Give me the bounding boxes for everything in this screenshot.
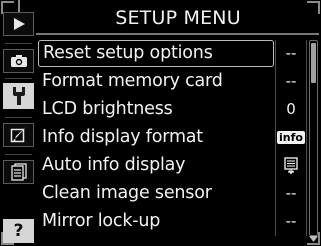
menu-value-badge: info	[276, 124, 306, 151]
menu-item-clean-image-sensor[interactable]: Clean image sensor	[38, 180, 274, 207]
help-icon: ?	[13, 221, 24, 241]
menu-item-auto-info-display[interactable]: Auto info display	[38, 152, 274, 179]
top-marker	[18, 0, 20, 12]
tab-shooting[interactable]	[3, 49, 34, 73]
menu-item-format-memory-card[interactable]: Format memory card	[38, 68, 274, 95]
menu-item-mirror-lock-up[interactable]: Mirror lock-up	[38, 208, 274, 235]
menu-item-info-display-format[interactable]: Info display format	[38, 124, 274, 151]
scroll-thumb[interactable]	[311, 43, 316, 83]
recent-list-icon	[10, 163, 27, 181]
play-icon	[13, 18, 25, 30]
menu-value: --	[285, 212, 297, 230]
menu-value: --	[285, 44, 297, 62]
tab-divider	[5, 43, 32, 44]
menu-item-lcd-brightness[interactable]: LCD brightness	[38, 96, 274, 123]
menu-value: --	[285, 184, 297, 202]
menu-values-column: -- -- 0 info -- --	[275, 40, 307, 236]
menu-item-reset-setup-options[interactable]: Reset setup options	[38, 40, 274, 67]
tab-divider	[5, 117, 32, 118]
tab-playback[interactable]	[3, 12, 34, 36]
tab-retouch[interactable]	[3, 123, 34, 147]
title-divider	[36, 33, 319, 35]
tab-divider	[5, 154, 32, 155]
menu-value: --	[285, 72, 297, 90]
scroll-down-arrow-icon[interactable]	[309, 236, 318, 242]
tab-setup[interactable]	[3, 83, 34, 109]
scrollbar[interactable]	[309, 40, 318, 236]
menu-value-icon	[276, 152, 306, 179]
help-button[interactable]: ?	[3, 219, 34, 243]
tab-recent-settings[interactable]	[3, 160, 34, 184]
info-badge: info	[277, 131, 305, 144]
menu-value: 0	[286, 100, 296, 118]
wrench-icon	[12, 87, 25, 105]
page-title: SETUP MENU	[115, 7, 241, 29]
tab-divider	[5, 78, 32, 79]
auto-info-display-icon	[284, 156, 298, 175]
camera-icon	[10, 55, 27, 67]
retouch-brush-icon	[10, 127, 26, 143]
camera-lcd-screen: ? SETUP MENU Reset setup options Format …	[0, 0, 321, 246]
